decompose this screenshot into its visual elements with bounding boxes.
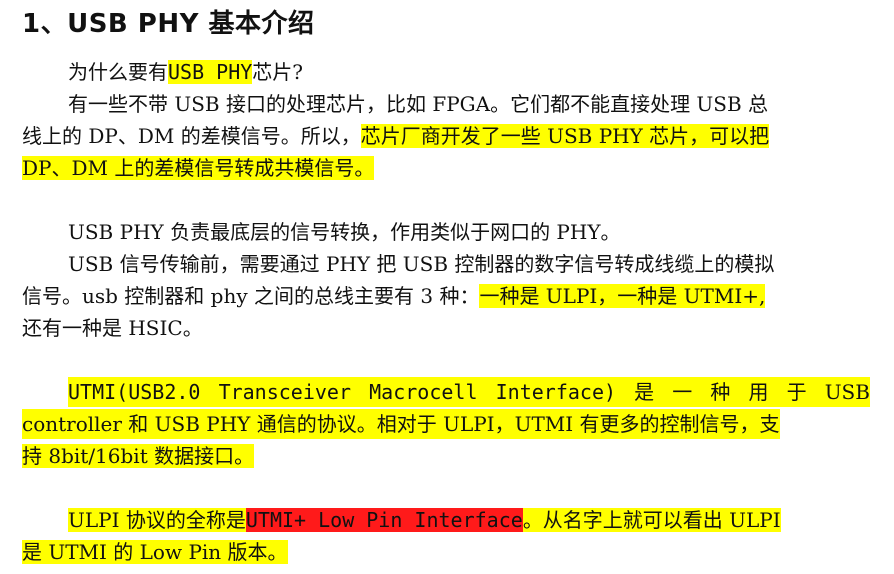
text-word: USB xyxy=(824,380,870,404)
section-heading: 1、USB PHY 基本介绍 xyxy=(22,9,315,39)
paragraph-line-justified: UTMI(USB2.0 Transceiver Macrocell Interf… xyxy=(68,377,870,407)
paragraph-line: 线上的 DP、DM 的差模信号。所以，芯片厂商开发了一些 USB PHY 芯片，… xyxy=(22,121,770,151)
text-segment: 线上的 DP、DM 的差模信号。所以， xyxy=(22,124,361,148)
highlight-text: 芯片厂商开发了一些 USB PHY 芯片，可以把 xyxy=(360,124,770,148)
highlight-usb-phy: USB PHY xyxy=(168,60,253,84)
paragraph-line: 有一些不带 USB 接口的处理芯片，比如 FPGA。它们都不能直接处理 USB … xyxy=(68,92,769,116)
highlight-text: DP、DM 上的差模信号转成共模信号。 xyxy=(22,156,375,180)
text-segment: 为什么要有 xyxy=(68,60,168,84)
document-page: 1、USB PHY 基本介绍 为什么要有USB PHY芯片? 有一些不带 USB… xyxy=(0,0,894,574)
text-word: 用 xyxy=(748,380,769,404)
paragraph-line: 是 UTMI 的 Low Pin 版本。 xyxy=(22,537,288,567)
text-word: Transceiver xyxy=(218,380,352,404)
highlight-text: 持 8bit/16bit 数据接口。 xyxy=(22,444,255,468)
highlight-text: 一种是 ULPI，一种是 UTMI+, xyxy=(479,284,766,308)
paragraph-line: controller 和 USB PHY 通信的协议。相对于 ULPI，UTMI… xyxy=(22,409,780,439)
text-segment: 芯片? xyxy=(252,60,304,84)
highlight-text: 是 UTMI 的 Low Pin 版本。 xyxy=(22,540,288,564)
paragraph-line: DP、DM 上的差模信号转成共模信号。 xyxy=(22,153,375,183)
text-word: UTMI(USB2.0 xyxy=(68,380,201,404)
paragraph-line: USB 信号传输前，需要通过 PHY 把 USB 控制器的数字信号转成线缆上的模… xyxy=(68,252,775,276)
paragraph-line: 持 8bit/16bit 数据接口。 xyxy=(22,441,255,471)
highlight-red-term: UTMI+ Low Pin Interface xyxy=(245,508,523,532)
text-word: 种 xyxy=(710,380,731,404)
text-word: 是 xyxy=(634,380,655,404)
text-word: Interface) xyxy=(495,380,617,404)
paragraph-line: 还有一种是 HSIC。 xyxy=(22,316,203,340)
paragraph-line: ULPI 协议的全称是UTMI+ Low Pin Interface。从名字上就… xyxy=(68,505,781,535)
text-word: 于 xyxy=(786,380,807,404)
highlight-text: ULPI 协议的全称是 xyxy=(68,508,246,532)
highlight-text: 。从名字上就可以看出 ULPI xyxy=(522,508,781,532)
paragraph-line: 信号。usb 控制器和 phy 之间的总线主要有 3 种：一种是 ULPI，一种… xyxy=(22,281,766,311)
text-segment: 信号。usb 控制器和 phy 之间的总线主要有 3 种： xyxy=(22,284,480,308)
paragraph-line: USB PHY 负责最底层的信号转换，作用类似于网口的 PHY。 xyxy=(68,220,621,244)
text-word: 一 xyxy=(672,380,693,404)
text-word: Macrocell xyxy=(369,380,478,404)
paragraph-question: 为什么要有USB PHY芯片? xyxy=(68,57,303,87)
